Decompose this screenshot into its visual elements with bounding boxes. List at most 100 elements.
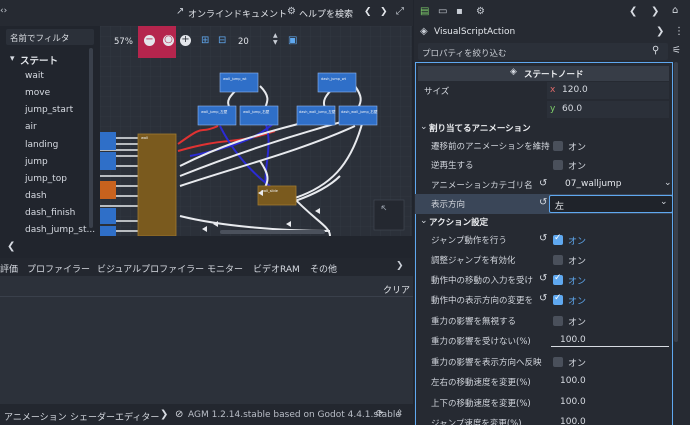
- inspected-object[interactable]: VisualScriptAction: [434, 27, 515, 37]
- online-docs-link[interactable]: オンラインドキュメント: [188, 7, 287, 20]
- collapse-icon[interactable]: ▾: [10, 54, 15, 64]
- chevron-down-icon[interactable]: ⌄: [664, 178, 672, 188]
- tab-monitor[interactable]: モニター: [207, 262, 243, 275]
- history-prev-button[interactable]: ❮: [629, 6, 637, 17]
- tab-visual-profiler[interactable]: ビジュアルプロファイラー: [97, 262, 204, 275]
- save-icon[interactable]: ▪: [456, 6, 463, 17]
- tab-other[interactable]: その他: [310, 262, 337, 275]
- snap-grid-icon[interactable]: ⊞: [201, 35, 209, 46]
- object-menu-icon[interactable]: ❯: [656, 26, 664, 37]
- minimap-icon[interactable]: ▣: [288, 35, 297, 46]
- pin-icon[interactable]: ⇳: [396, 409, 404, 419]
- prop-label: 動作中の移動の入力を受け: [431, 276, 534, 286]
- reset-icon[interactable]: ↺: [539, 197, 547, 208]
- collapse-icon[interactable]: ⌄: [420, 216, 428, 226]
- prop-label: 上下の移動速度を変更(%): [431, 399, 531, 409]
- list-item[interactable]: air: [25, 122, 37, 132]
- tab-video-ram[interactable]: ビデオRAM: [253, 262, 300, 275]
- next-button[interactable]: ❯: [380, 7, 388, 17]
- graph-node-label: wall_jump_左壁: [201, 109, 228, 114]
- history-icon[interactable]: ⌂: [672, 5, 678, 16]
- prop-gravity-dir: 重力の影響を表示方向へ反映 オン: [415, 352, 672, 372]
- list-item[interactable]: dash_finish: [25, 208, 75, 218]
- filter-options-icon[interactable]: ⚟: [672, 45, 681, 56]
- zoom-out-icon[interactable]: −: [144, 35, 155, 46]
- extra-options-icon[interactable]: ⚙: [476, 6, 485, 17]
- zoom-reset-icon[interactable]: ○: [163, 35, 174, 46]
- jump-speed-value[interactable]: 100.0: [560, 417, 586, 425]
- snap-value[interactable]: 20: [238, 37, 249, 47]
- gravity-dir-checkbox[interactable]: [553, 357, 563, 367]
- size-y-value: 60.0: [562, 104, 583, 114]
- zoom-in-icon[interactable]: +: [180, 35, 191, 46]
- list-item[interactable]: jump: [25, 157, 48, 167]
- prev-button[interactable]: ❮: [364, 7, 372, 17]
- chevron-down-icon[interactable]: ⌄: [660, 197, 668, 207]
- checkbox-label: オン: [568, 257, 587, 267]
- help-search-link[interactable]: ヘルプを検索: [299, 7, 353, 20]
- collapse-left-icon[interactable]: ❮: [7, 241, 15, 252]
- history-next-button[interactable]: ❯: [651, 6, 659, 17]
- section-action[interactable]: アクション設定: [429, 216, 488, 228]
- graph-node-label: wall: [141, 136, 148, 140]
- inspector-scrollbar[interactable]: [674, 62, 678, 342]
- list-item[interactable]: jump_start: [25, 105, 73, 115]
- tab-shader-editor[interactable]: シェーダーエディター: [70, 410, 159, 423]
- keep-anim-checkbox[interactable]: [553, 141, 563, 151]
- size-y-field[interactable]: y 60.0: [547, 101, 669, 118]
- gravity-slider[interactable]: [551, 346, 669, 347]
- prop-label: 重力の影響を受けない(%): [431, 337, 531, 347]
- size-x-field[interactable]: x 120.0: [547, 82, 669, 99]
- anim-category-select[interactable]: 07_walljump: [565, 179, 622, 189]
- reverse-checkbox[interactable]: [553, 160, 563, 170]
- clear-button[interactable]: クリア: [383, 283, 410, 296]
- reset-icon[interactable]: ↺: [539, 178, 547, 189]
- list-item[interactable]: dash_jump_st...: [25, 225, 95, 235]
- property-filter-field[interactable]: プロパティを絞り込む ⚲: [418, 43, 668, 60]
- jump-action-checkbox[interactable]: [553, 233, 563, 245]
- list-scrollbar[interactable]: [89, 48, 93, 228]
- tab-profiler[interactable]: プロファイラー: [27, 262, 90, 275]
- reset-icon[interactable]: ↺: [539, 273, 547, 284]
- reset-icon[interactable]: ↺: [539, 293, 547, 304]
- more-icon[interactable]: ⋮: [674, 26, 684, 37]
- next-tab-icon[interactable]: ❯: [160, 409, 168, 420]
- reset-icon[interactable]: ↺: [539, 233, 547, 244]
- dir-change-checkbox[interactable]: [553, 293, 563, 305]
- graph-node-label: dash_wall_jump_左壁: [299, 109, 336, 114]
- arrows-icon[interactable]: ‹›: [0, 6, 7, 16]
- section-animation[interactable]: 割り当てるアニメーション: [429, 122, 531, 134]
- tabs-menu-icon[interactable]: ❯: [396, 261, 404, 271]
- lr-speed-value[interactable]: 100.0: [560, 376, 586, 386]
- list-item[interactable]: dash: [25, 191, 47, 201]
- direction-select[interactable]: 左 ⌄: [549, 195, 673, 213]
- list-item[interactable]: move: [25, 88, 50, 98]
- tab-evaluate[interactable]: 評価: [0, 262, 18, 275]
- external-link-icon[interactable]: ↗: [176, 6, 184, 17]
- grid-icon[interactable]: ⊟: [218, 35, 226, 46]
- spin-icon[interactable]: ▲ ▼: [273, 32, 278, 46]
- size-label: サイズ: [424, 87, 450, 97]
- prop-jump-action: ジャンプ動作を行う ↺ オン: [415, 230, 672, 250]
- state-filter-input[interactable]: 名前でフィルタ: [6, 29, 94, 45]
- zoom-level: 57%: [114, 37, 133, 47]
- list-item[interactable]: jump_top: [25, 174, 67, 184]
- property-filter-placeholder: プロパティを絞り込む: [422, 49, 507, 59]
- list-item[interactable]: wait: [25, 71, 44, 81]
- collapse-icon[interactable]: ⌄: [420, 122, 428, 132]
- state-graph-canvas[interactable]: wall_jump_wt dash_jump_wt wall_jump_左壁 w…: [100, 26, 412, 236]
- distraction-free-icon[interactable]: ⤢: [396, 6, 404, 17]
- new-resource-icon[interactable]: ▤: [420, 6, 429, 17]
- gravity-pct-value[interactable]: 100.0: [560, 335, 586, 345]
- adjust-jump-checkbox[interactable]: [553, 255, 563, 265]
- search-icon: ⚲: [652, 45, 660, 56]
- tab-animation[interactable]: アニメーション: [4, 410, 67, 423]
- help-icon[interactable]: ⚙: [287, 6, 296, 17]
- prop-jump-speed: ジャンプ速度を変更(%) 100.0: [415, 413, 672, 425]
- editor-toolbar: ‹› ↗ オンラインドキュメント ⚙ ヘルプを検索 ❮ ❯ ⤢: [0, 0, 413, 26]
- list-item[interactable]: landing: [25, 140, 58, 150]
- move-input-checkbox[interactable]: [553, 273, 563, 285]
- open-folder-icon[interactable]: ▭: [438, 6, 447, 17]
- ud-speed-value[interactable]: 100.0: [560, 397, 586, 407]
- ignore-gravity-checkbox[interactable]: [553, 316, 563, 326]
